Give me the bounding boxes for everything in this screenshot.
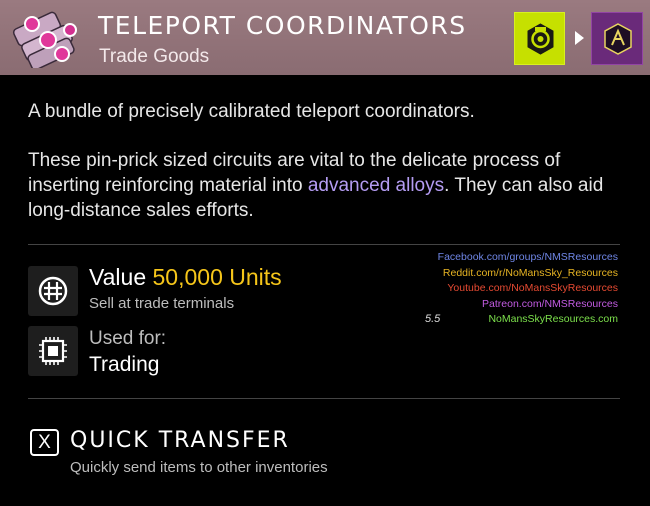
credit-patreon: Patreon.com/NMSResources: [482, 297, 618, 310]
refine-output-slot[interactable]: [591, 12, 643, 65]
value-subtext: Sell at trade terminals: [89, 295, 235, 312]
version-label: 5.5: [425, 313, 441, 325]
used-for-value: Trading: [89, 353, 160, 376]
credit-facebook: Facebook.com/groups/NMSResources: [437, 251, 618, 263]
quick-transfer-subtitle: Quickly send items to other inventories: [70, 459, 328, 476]
chip-icon: [28, 326, 78, 376]
advanced-alloys-link[interactable]: advanced alloys: [308, 175, 444, 196]
units-icon: [28, 266, 78, 316]
refine-arrow-icon: [575, 31, 584, 45]
divider: [28, 398, 620, 399]
used-for-label: Used for:: [89, 328, 167, 349]
quick-transfer-key-button[interactable]: X: [30, 429, 59, 456]
value-amount: 50,000 Units: [152, 264, 282, 290]
quick-transfer-title[interactable]: QUICK TRANSFER: [70, 428, 290, 453]
item-header: TELEPORT COORDINATORS Trade Goods: [0, 0, 650, 75]
divider: [28, 244, 620, 245]
credit-site: NoMansSkyResources.com: [488, 313, 618, 325]
credits-watermark: Facebook.com/groups/NMSResources Reddit.…: [418, 250, 618, 328]
item-description-summary: A bundle of precisely calibrated telepor…: [28, 101, 475, 122]
item-title: TELEPORT COORDINATORS: [98, 11, 467, 40]
refined-gold-icon: [527, 23, 554, 55]
value-label: Value: [89, 264, 147, 290]
value-line: Value 50,000 Units: [89, 264, 282, 291]
refine-input-slot[interactable]: [514, 12, 565, 65]
item-description-detail: These pin-prick sized circuits are vital…: [28, 148, 628, 223]
teleport-coordinators-icon: [12, 11, 77, 68]
item-category: Trade Goods: [99, 46, 210, 67]
trade-crystal-icon: [604, 23, 632, 55]
credit-youtube: Youtube.com/NoMansSkyResources: [447, 282, 618, 294]
credit-reddit: Reddit.com/r/NoMansSky_Resources: [442, 266, 618, 279]
